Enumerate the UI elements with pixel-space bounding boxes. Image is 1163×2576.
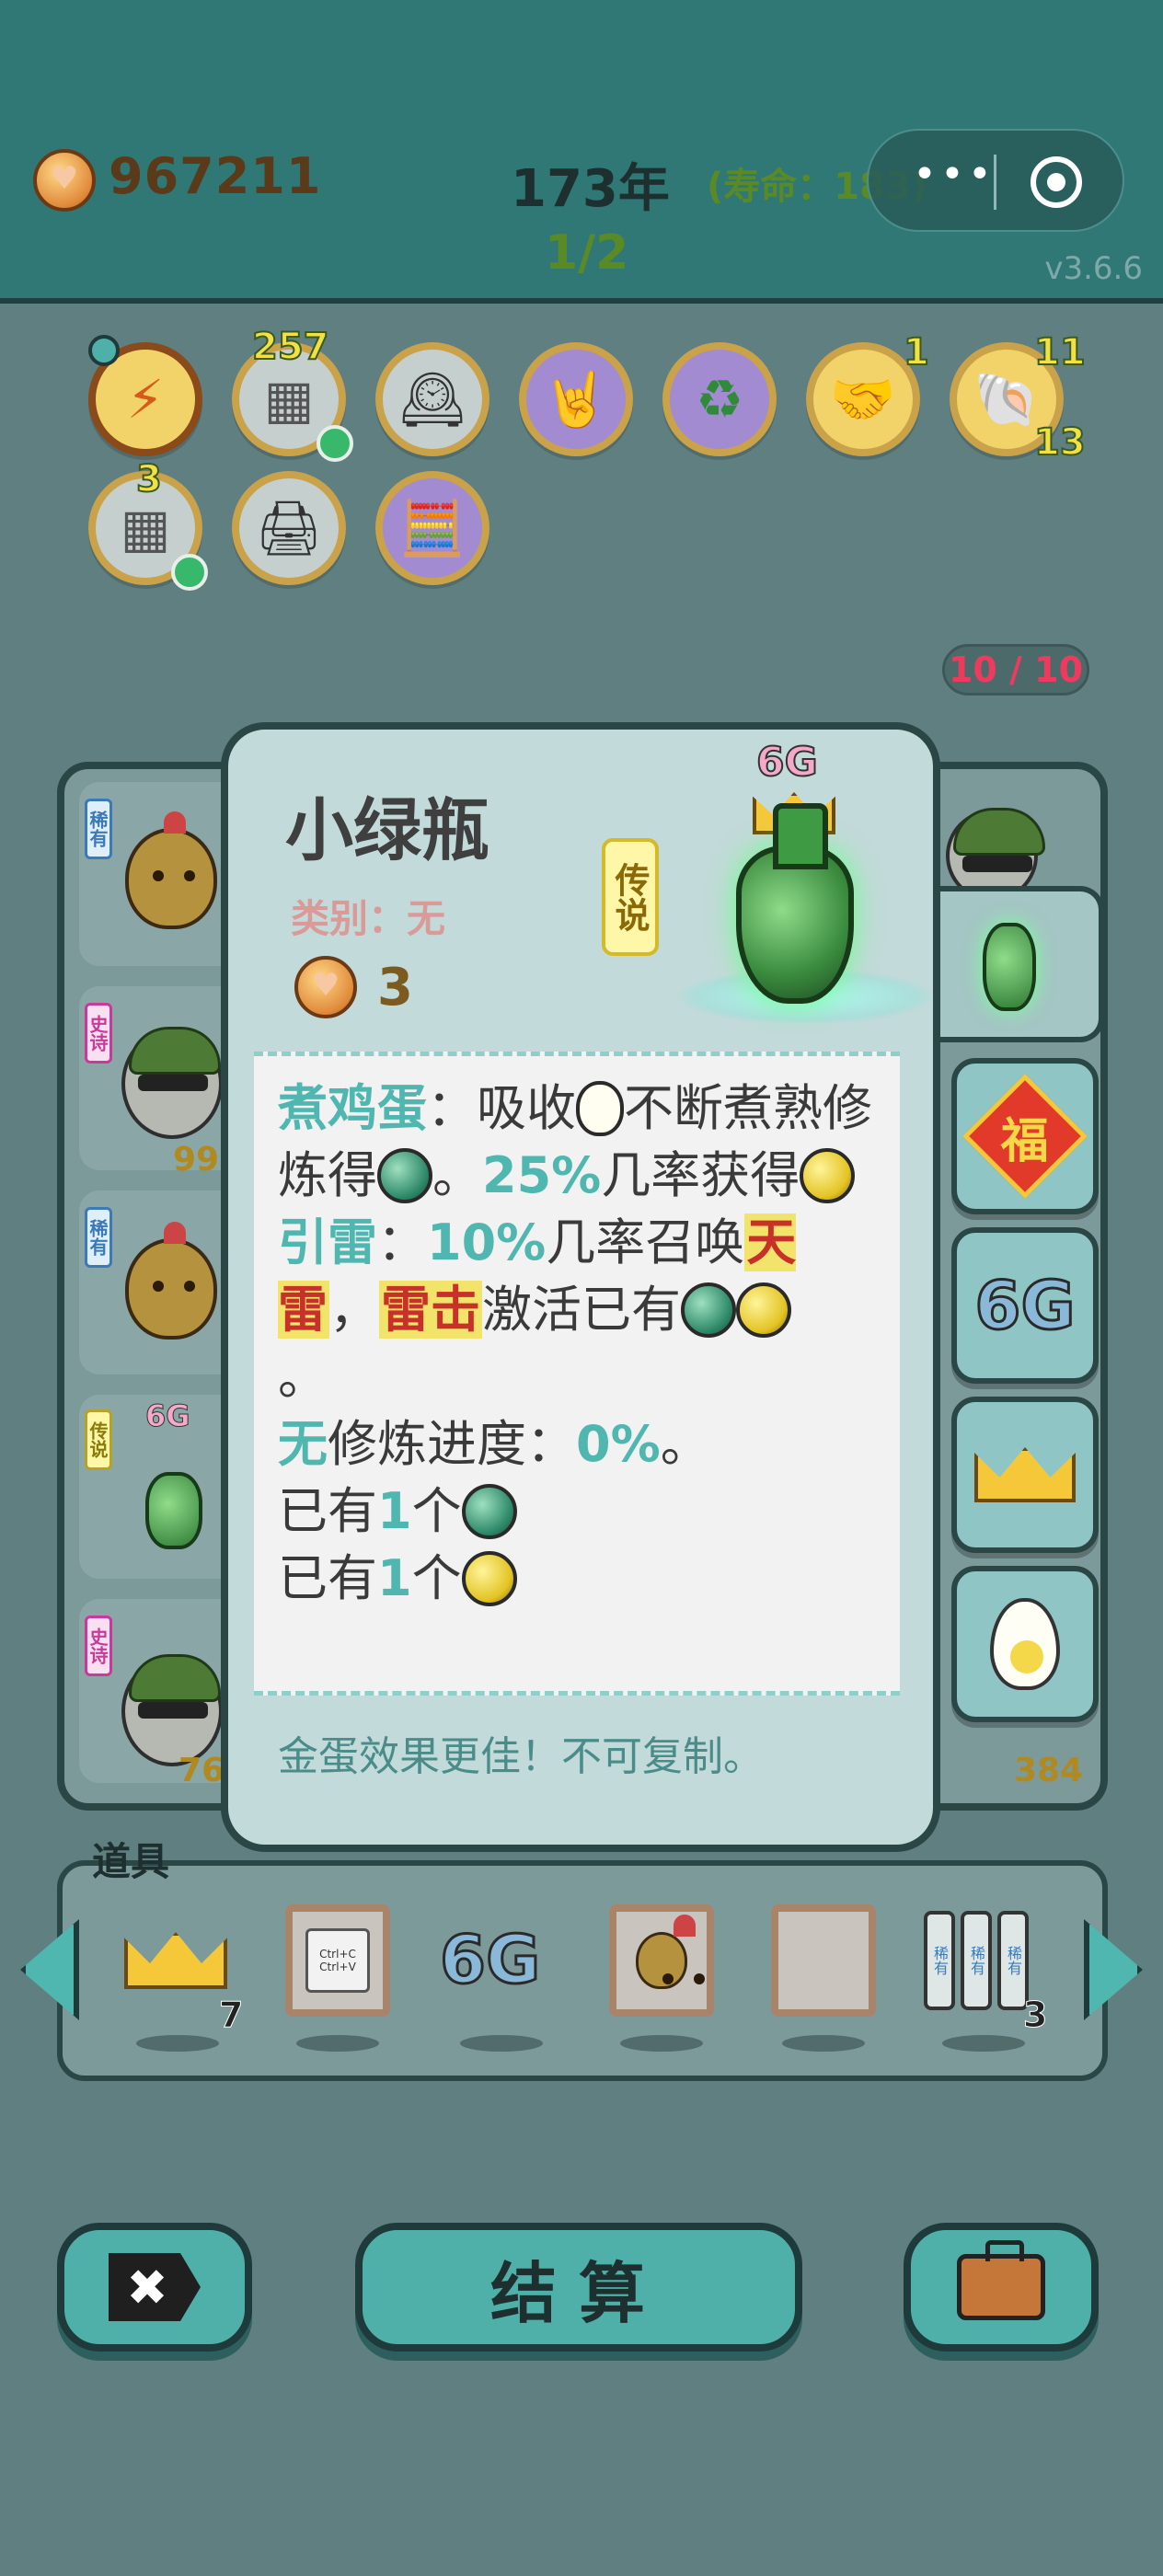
g6-item[interactable]: 6G xyxy=(438,1920,541,2000)
shell-badge-bottom: 13 xyxy=(1033,420,1087,465)
time-magazine-icon[interactable]: 🕰 xyxy=(375,342,489,456)
close-program-icon[interactable] xyxy=(1031,156,1082,208)
item-shadow xyxy=(460,2035,543,2052)
slot-number: 99 xyxy=(173,1141,220,1179)
fu-icon: 福 xyxy=(962,1074,1088,1199)
item-shadow xyxy=(620,2035,703,2052)
rarity-tag: 传说 xyxy=(602,838,659,956)
coin-count: 967211 xyxy=(109,147,322,205)
capsule-divider xyxy=(994,155,996,210)
vase-icon xyxy=(736,803,854,1004)
selected-item-tab[interactable] xyxy=(937,886,1104,1042)
rarity-tag: 稀有 xyxy=(85,799,112,859)
gold-orb-icon xyxy=(736,1282,791,1338)
fu-item-cell[interactable]: 福 xyxy=(951,1058,1099,1214)
item-footer-note: 金蛋效果更佳！不可复制。 xyxy=(278,1733,764,1780)
crown-item[interactable] xyxy=(123,1904,228,2017)
egg-tray-badge: 3 xyxy=(135,457,163,501)
jade-orb-icon xyxy=(461,1484,517,1539)
item-shadow xyxy=(296,2035,379,2052)
rarity-tag: 传说 xyxy=(85,1409,112,1470)
scroll-right-arrow[interactable] xyxy=(1084,1919,1143,2020)
copy-paste-icon: Ctrl+C Ctrl+V xyxy=(305,1928,370,1993)
egg-icon xyxy=(576,1081,624,1136)
handshake-badge: 1 xyxy=(903,330,930,374)
chick-card-item[interactable] xyxy=(609,1904,714,2017)
item-title: 小绿瓶 xyxy=(285,791,489,870)
top-bar: 967211 173年 (寿命：183) 1/2 v3.6.6 ••• xyxy=(0,0,1163,304)
scroll-left-arrow[interactable] xyxy=(20,1919,79,2020)
crown-item-cell[interactable] xyxy=(951,1397,1099,1553)
pin-icon xyxy=(88,335,120,366)
rock-hand-icon[interactable]: 🤘 xyxy=(519,342,633,456)
description-box: 煮鸡蛋：吸收 不断煮熟修炼得 。25%几率获得 引雷：10%几率召唤天雷，雷击激活已… xyxy=(254,1052,900,1696)
jade-orb-icon xyxy=(681,1282,736,1338)
jade-orb-icon xyxy=(377,1148,432,1203)
chick-icon xyxy=(636,1915,696,1989)
coin-icon xyxy=(294,956,357,1018)
active-indicator xyxy=(317,425,353,462)
gold-orb-icon xyxy=(800,1148,856,1203)
inventory-button[interactable] xyxy=(904,2223,1099,2352)
vase-illustration: 6G xyxy=(659,738,933,1024)
g6-item-cell[interactable]: 6G xyxy=(951,1227,1099,1384)
item-shadow xyxy=(136,2035,219,2052)
settle-label: 结算 xyxy=(489,2254,667,2332)
gnome-character xyxy=(121,1654,223,1766)
recycle-icon[interactable]: ♻ xyxy=(662,342,777,456)
items-label: 道具 xyxy=(92,1839,170,1884)
rarity-tag: 史诗 xyxy=(85,1003,112,1064)
version-label: v3.6.6 xyxy=(1044,250,1143,287)
rare-books-item[interactable]: 稀有 稀有 稀有 xyxy=(924,1904,1029,2017)
item-detail-panel: 小绿瓶 类别：无 传说 3 6G 煮鸡蛋：吸收不断煮熟修炼得。25%几率获得 引… xyxy=(221,722,940,1852)
crown-icon xyxy=(974,1447,1076,1502)
crown-icon xyxy=(124,1932,227,1989)
math-head-icon[interactable]: 🧮 xyxy=(375,471,489,585)
item-shadow xyxy=(942,2035,1025,2052)
dozen-eggs-badge: 257 xyxy=(251,325,329,369)
item-price: 3 xyxy=(377,958,413,1018)
book-icon: 稀有 xyxy=(961,1911,992,2010)
g6-tag: 6G xyxy=(145,1398,191,1434)
shell-badge-top: 11 xyxy=(1033,330,1087,374)
item-description: 煮鸡蛋：吸收 不断煮熟修炼得 。25%几率获得 引雷：10%几率召唤天雷，雷击激活已… xyxy=(278,1079,872,1607)
mini-program-capsule: ••• xyxy=(867,129,1124,232)
active-indicator xyxy=(171,554,208,591)
chick-character xyxy=(125,811,217,929)
slot-number: 384 xyxy=(1014,1752,1084,1789)
discard-button[interactable]: ✖ xyxy=(57,2223,252,2352)
more-menu-icon[interactable]: ••• xyxy=(913,151,996,198)
printer-icon[interactable]: 🖨 xyxy=(232,471,346,585)
copy-paste-item[interactable]: Ctrl+C Ctrl+V xyxy=(285,1904,390,2017)
briefcase-icon xyxy=(957,2240,1045,2320)
rarity-tag: 稀有 xyxy=(85,1207,112,1268)
close-icon: ✖ xyxy=(109,2253,201,2321)
books-count: 3 xyxy=(1022,1995,1048,2036)
chick-character xyxy=(125,1222,217,1340)
egg-icon xyxy=(990,1598,1060,1690)
g6-tag: 6G xyxy=(755,738,819,787)
year-display: 173年 xyxy=(511,159,670,219)
item-category: 类别：无 xyxy=(291,896,446,941)
item-shadow xyxy=(782,2035,865,2052)
vase-icon xyxy=(145,1472,202,1549)
gnome-character xyxy=(121,1027,223,1139)
empty-frame-item[interactable] xyxy=(771,1904,876,2017)
crown-count: 7 xyxy=(218,1995,244,2036)
egg-item-cell[interactable] xyxy=(951,1566,1099,1722)
book-icon: 稀有 xyxy=(924,1911,955,2010)
rarity-tag: 史诗 xyxy=(85,1616,112,1676)
slot-counter: 10 / 10 xyxy=(942,644,1089,696)
stage-progress: 1/2 xyxy=(545,225,629,281)
coin-icon xyxy=(33,149,96,212)
vase-icon xyxy=(983,923,1036,1011)
gold-orb-icon xyxy=(461,1551,517,1606)
g6-icon: 6G xyxy=(973,1266,1077,1346)
slot-number: 76 xyxy=(178,1752,225,1789)
settle-button[interactable]: 结算 xyxy=(355,2223,802,2352)
